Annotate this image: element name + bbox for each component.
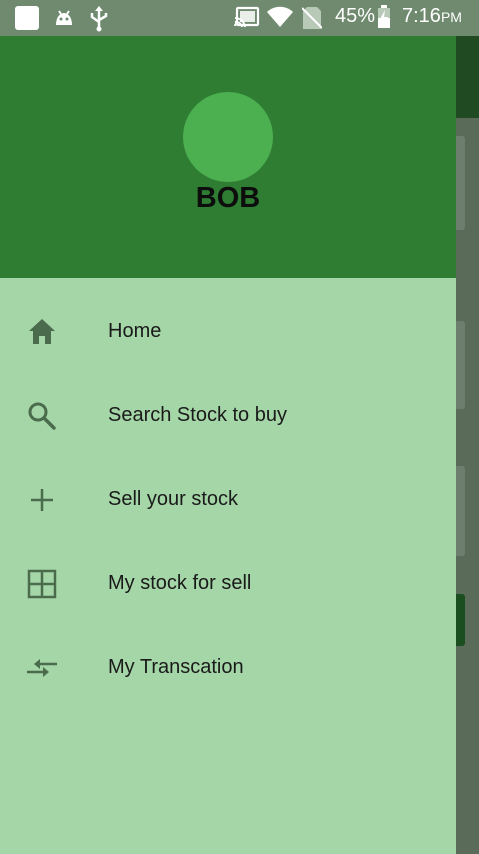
search-icon [26, 400, 58, 432]
battery-percent: 45% [335, 5, 376, 27]
menu-item-label: Home [108, 320, 162, 342]
menu-item-transaction[interactable]: My Transcation [0, 626, 456, 710]
clock: 7:16PM [402, 5, 462, 28]
plus-icon [26, 484, 58, 516]
battery-icon [377, 5, 391, 34]
grid-icon [26, 568, 58, 600]
android-icon [52, 6, 76, 35]
no-sim-icon [301, 6, 323, 35]
drawer-header: BOB [0, 36, 456, 278]
home-icon [26, 316, 58, 348]
user-name: BOB [195, 182, 261, 214]
menu-item-label: My stock for sell [108, 572, 252, 594]
drawer-menu: Home Search Stock to buy Sell your stock [0, 290, 456, 710]
menu-item-my-stock[interactable]: My stock for sell [0, 542, 456, 626]
wifi-icon [266, 6, 294, 33]
menu-item-label: Search Stock to buy [108, 404, 287, 426]
square-icon [14, 6, 40, 35]
menu-item-sell-stock[interactable]: Sell your stock [0, 458, 456, 542]
usb-icon [88, 6, 110, 37]
menu-item-label: My Transcation [108, 656, 244, 678]
menu-item-label: Sell your stock [108, 488, 239, 510]
menu-item-search-stock[interactable]: Search Stock to buy [0, 374, 456, 458]
navigation-drawer: BOB Home Search Stock to buy Sell your s… [0, 36, 456, 854]
swap-arrows-icon [26, 652, 58, 684]
status-bar: 45% 7:16PM [0, 0, 479, 36]
clock-time: 7:16 [402, 5, 441, 27]
menu-item-home[interactable]: Home [0, 290, 456, 374]
avatar[interactable] [183, 92, 273, 182]
cast-icon [234, 6, 260, 33]
clock-ampm: PM [440, 9, 462, 25]
